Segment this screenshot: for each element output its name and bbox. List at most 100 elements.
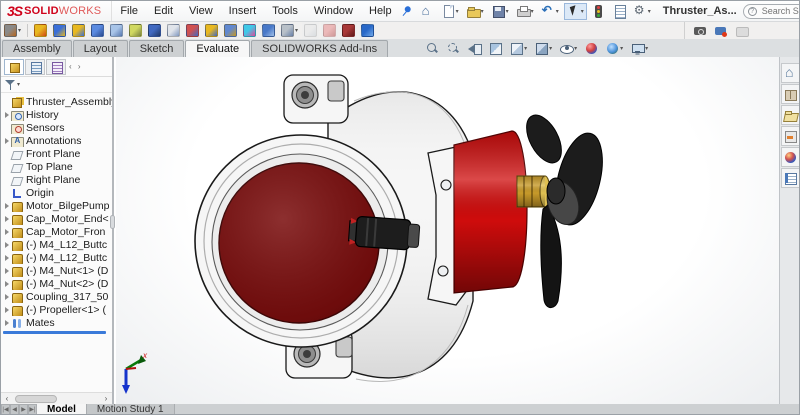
expand-arrow-icon[interactable]	[5, 241, 9, 248]
tree-item[interactable]: Cap_Motor_End<	[1, 212, 112, 225]
expand-arrow-icon[interactable]	[5, 280, 9, 287]
dropdown-icon[interactable]: ▾	[581, 8, 584, 15]
dropdown-icon[interactable]: ▾	[648, 8, 651, 15]
scroll-left-icon[interactable]: ‹	[1, 394, 13, 403]
scroll-right-icon[interactable]: ›	[100, 394, 112, 403]
tree-item[interactable]: History	[1, 108, 112, 121]
tree-item[interactable]: Front Plane	[1, 147, 112, 160]
new-motion-study-button[interactable]	[184, 22, 202, 39]
tree-item[interactable]: Mates	[1, 316, 112, 329]
section-view-button[interactable]	[486, 40, 505, 57]
tree-item[interactable]: Coupling_317_50	[1, 290, 112, 303]
undo-button[interactable]: ▾	[539, 3, 562, 20]
tree-item[interactable]: Top Plane	[1, 160, 112, 173]
view-settings-button[interactable]: ▾	[628, 40, 651, 57]
filter-dropdown-icon[interactable]: ▾	[17, 81, 20, 88]
tree-item[interactable]: Origin	[1, 186, 112, 199]
panel-splitter-handle[interactable]	[110, 215, 115, 229]
assembly-features-button[interactable]	[146, 22, 164, 39]
dropdown-icon[interactable]: ▾	[456, 8, 459, 15]
rebuild-traffic-light-button[interactable]	[589, 3, 608, 20]
print-button[interactable]: ▾	[514, 3, 537, 20]
expand-arrow-icon[interactable]	[5, 228, 9, 235]
tree-item[interactable]: (-) M4_Nut<2> (D	[1, 277, 112, 290]
tree-item[interactable]: (-) M4_Nut<1> (D	[1, 264, 112, 277]
reference-geometry-button[interactable]	[165, 22, 183, 39]
expand-arrow-icon[interactable]	[5, 254, 9, 261]
pack-and-go-button[interactable]	[340, 22, 358, 39]
tree-item[interactable]: Annotations	[1, 134, 112, 147]
tree-item[interactable]: Right Plane	[1, 173, 112, 186]
display-style-button[interactable]: ▾	[532, 40, 555, 57]
menu-file[interactable]: File	[112, 1, 146, 21]
zoom-to-area-button[interactable]	[444, 40, 463, 57]
tab-solidworks-add-ins[interactable]: SOLIDWORKS Add-Ins	[251, 40, 389, 57]
animation-disabled-button[interactable]	[733, 22, 752, 39]
tab-model[interactable]: Model	[37, 404, 87, 414]
study-nav-button[interactable]: |◀	[1, 404, 10, 414]
bill-of-materials-button[interactable]	[203, 22, 221, 39]
propeller[interactable]	[519, 109, 610, 309]
appearances-scenes-button[interactable]	[780, 147, 799, 167]
scrollbar-thumb[interactable]	[15, 394, 57, 403]
menu-help[interactable]: Help	[361, 1, 400, 21]
power-connector-plug[interactable]	[347, 216, 421, 251]
study-nav-button[interactable]: ▶	[19, 404, 28, 414]
panel-tab-configurationmanager[interactable]	[46, 58, 66, 75]
design-library-button[interactable]	[780, 84, 799, 104]
mate-button[interactable]	[51, 22, 69, 39]
dropdown-icon[interactable]: ▾	[481, 8, 484, 15]
tab-evaluate[interactable]: Evaluate	[185, 40, 251, 57]
screen-capture-button[interactable]	[691, 22, 710, 39]
tree-item[interactable]: Thruster_Assembly	[1, 95, 112, 108]
expand-arrow-icon[interactable]	[5, 137, 9, 144]
dropdown-icon[interactable]: ▾	[556, 8, 559, 15]
custom-properties-button[interactable]	[780, 168, 799, 188]
menu-window[interactable]: Window	[306, 1, 361, 21]
tree-item[interactable]: (-) M4_L12_Buttc	[1, 251, 112, 264]
study-nav-button[interactable]: ▶|	[28, 404, 37, 414]
panel-tab-featuremanager[interactable]	[4, 58, 24, 75]
expand-arrow-icon[interactable]	[5, 202, 9, 209]
record-video-button[interactable]	[712, 22, 731, 39]
apply-scene-button[interactable]: ▾	[603, 40, 626, 57]
expand-arrow-icon[interactable]	[5, 215, 9, 222]
expand-arrow-icon[interactable]	[5, 111, 9, 118]
tree-item[interactable]: Motor_BilgePump	[1, 199, 112, 212]
instant3d-button[interactable]	[241, 22, 259, 39]
menu-view[interactable]: View	[181, 1, 221, 21]
save-button[interactable]: ▾	[489, 3, 512, 20]
search-input[interactable]	[759, 5, 799, 17]
dropdown-icon[interactable]: ▾	[531, 8, 534, 15]
file-properties-button[interactable]	[610, 3, 629, 20]
panel-tab-propertymanager[interactable]	[25, 58, 45, 75]
top-mount-lug[interactable]	[283, 74, 349, 124]
view-orientation-button[interactable]: ▾	[507, 40, 530, 57]
motor-red-cylinder[interactable]	[453, 130, 528, 294]
panel-tabs-overflow[interactable]: ‹ ›	[69, 62, 83, 71]
study-nav-button[interactable]: ◀	[10, 404, 19, 414]
filter-funnel-icon[interactable]	[5, 79, 16, 91]
expand-arrow-icon[interactable]	[5, 293, 9, 300]
expand-arrow-icon[interactable]	[5, 267, 9, 274]
brass-coupling[interactable]	[516, 175, 551, 208]
menu-insert[interactable]: Insert	[221, 1, 265, 21]
smart-fasteners-button[interactable]	[89, 22, 107, 39]
search-box[interactable]: ? ▾	[742, 3, 799, 19]
file-explorer-button[interactable]	[780, 105, 799, 125]
options-gear-button[interactable]: ▾	[631, 3, 654, 20]
take-snapshot-button[interactable]: ▾	[279, 22, 301, 39]
view-palette-button[interactable]	[780, 126, 799, 146]
menu-edit[interactable]: Edit	[146, 1, 181, 21]
tab-motion-study-1[interactable]: Motion Study 1	[86, 404, 175, 414]
edrawings-button[interactable]	[359, 22, 377, 39]
tree-item[interactable]: (-) Propeller<1> (	[1, 303, 112, 316]
thruster-3d-model[interactable]: x	[116, 57, 779, 404]
open-document-button[interactable]: ▾	[464, 3, 487, 20]
pin-menubar-icon[interactable]	[397, 2, 415, 20]
tree-item[interactable]: (-) M4_L12_Buttc	[1, 238, 112, 251]
tab-sketch[interactable]: Sketch	[128, 40, 185, 57]
tab-assembly[interactable]: Assembly	[2, 40, 72, 57]
tab-layout[interactable]: Layout	[72, 40, 128, 57]
show-hidden-components-button[interactable]	[127, 22, 145, 39]
